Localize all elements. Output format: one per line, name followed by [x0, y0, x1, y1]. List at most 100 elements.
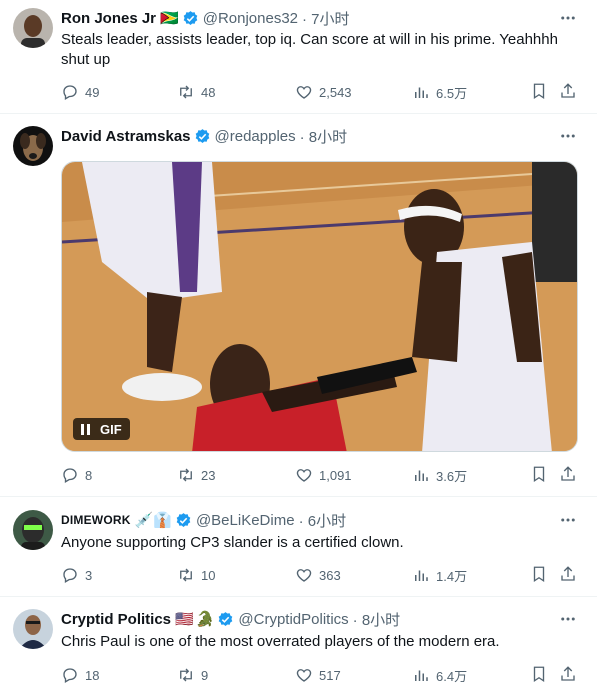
tweet-2[interactable]: David Astramskas @redapples · 8小时 GIF 8 … [0, 114, 597, 497]
retweet-icon [180, 468, 192, 482]
author-name[interactable]: David Astramskas [61, 128, 191, 145]
tweet-text: Anyone supporting CP3 slander is a certi… [61, 534, 404, 551]
gif-frame-image [62, 162, 577, 451]
reply-button[interactable]: 3 [61, 565, 92, 585]
author-handle[interactable]: @redapples [215, 128, 296, 145]
like-count: 517 [319, 667, 341, 683]
views-count: 1.4万 [436, 568, 468, 584]
bookmark-icon[interactable] [530, 665, 548, 683]
reply-count: 49 [85, 84, 100, 100]
bookmark-icon[interactable] [530, 465, 548, 483]
verified-badge-icon[interactable] [194, 128, 211, 145]
tweet-actions: 3 10 363 1.4万 [61, 565, 581, 585]
share-icon[interactable] [559, 465, 577, 483]
like-button[interactable]: 1,091 [295, 465, 352, 485]
author-name[interactable]: Ron Jones Jr [61, 10, 156, 27]
more-icon[interactable] [559, 610, 577, 628]
tweet-actions: 18 9 517 6.4万 [61, 665, 581, 685]
views-count: 3.6万 [436, 468, 468, 484]
tweet-text: Steals leader, assists leader, top iq. C… [61, 31, 558, 68]
retweet-count: 9 [201, 667, 209, 683]
views-count: 6.4万 [436, 668, 468, 684]
avatar-cryptid-politics[interactable] [13, 609, 53, 649]
author-emoji: 💉👔 [134, 512, 172, 529]
tweet-time[interactable]: · 8小时 [300, 126, 348, 147]
views-icon [415, 470, 428, 481]
like-count: 363 [319, 567, 341, 583]
reply-button[interactable]: 8 [61, 465, 92, 485]
views-icon [415, 570, 428, 581]
reply-count: 8 [85, 467, 93, 483]
tweet-gif[interactable]: GIF [61, 161, 578, 452]
reply-button[interactable]: 18 [61, 665, 99, 685]
reply-button[interactable]: 49 [61, 82, 99, 102]
views-button[interactable]: 6.5万 [412, 82, 467, 102]
gif-badge[interactable]: GIF [73, 418, 130, 440]
author-handle[interactable]: @Ronjones32 [203, 10, 298, 27]
views-button[interactable]: 1.4万 [412, 565, 467, 585]
author-flag: 🇬🇾 [160, 10, 179, 27]
tweet-3[interactable]: DIMEWORK 💉👔 @BeLiKeDime · 6小时 Anyone sup… [0, 497, 597, 597]
author-handle[interactable]: @BeLiKeDime [196, 512, 295, 529]
retweet-button[interactable]: 48 [177, 82, 215, 102]
reply-count: 3 [85, 567, 93, 583]
more-icon[interactable] [559, 9, 577, 27]
verified-badge-icon[interactable] [175, 512, 192, 529]
like-count: 1,091 [319, 467, 352, 483]
retweet-count: 23 [201, 467, 216, 483]
tweet-time[interactable]: · 6小时 [299, 510, 347, 531]
share-icon[interactable] [559, 565, 577, 583]
gif-label: GIF [100, 421, 122, 437]
views-button[interactable]: 3.6万 [412, 465, 467, 485]
retweet-count: 48 [201, 84, 216, 100]
author-flag: 🇺🇸 [175, 611, 194, 628]
avatar-david-astramskas[interactable] [13, 126, 53, 166]
bookmark-icon[interactable] [530, 82, 548, 100]
retweet-button[interactable]: 10 [177, 565, 215, 585]
retweet-button[interactable]: 9 [177, 665, 208, 685]
reply-count: 18 [85, 667, 100, 683]
retweet-icon [180, 85, 192, 99]
author-name[interactable]: DIMEWORK [61, 513, 131, 527]
retweet-icon [180, 568, 192, 582]
share-icon[interactable] [559, 82, 577, 100]
more-icon[interactable] [559, 127, 577, 145]
avatar-ron-jones[interactable] [13, 8, 53, 48]
verified-badge-icon[interactable] [182, 10, 199, 27]
views-icon [415, 670, 428, 681]
views-count: 6.5万 [436, 85, 468, 101]
like-icon [296, 569, 312, 582]
reply-icon [63, 85, 77, 100]
tweet-4[interactable]: Cryptid Politics 🇺🇸 🐊 @CryptidPolitics ·… [0, 597, 597, 693]
like-button[interactable]: 363 [295, 565, 341, 585]
tweet-time[interactable]: · 7小时 [302, 8, 350, 29]
tweet-text: Chris Paul is one of the most overrated … [61, 633, 500, 650]
retweet-count: 10 [201, 567, 216, 583]
pause-icon[interactable] [81, 423, 91, 435]
like-count: 2,543 [319, 84, 352, 100]
tweet-1[interactable]: Ron Jones Jr 🇬🇾 @Ronjones32 · 7小时 Steals… [0, 0, 597, 114]
share-icon[interactable] [559, 665, 577, 683]
author-handle[interactable]: @CryptidPolitics [238, 611, 348, 628]
author-emoji: 🐊 [195, 611, 215, 628]
avatar-dimework[interactable] [13, 510, 53, 550]
like-icon [296, 469, 312, 482]
reply-icon [63, 668, 77, 683]
retweet-icon [180, 668, 192, 682]
like-button[interactable]: 2,543 [295, 82, 352, 102]
author-name[interactable]: Cryptid Politics [61, 611, 171, 628]
more-icon[interactable] [559, 511, 577, 529]
tweet-actions: 8 23 1,091 3.6万 [61, 465, 581, 485]
reply-icon [63, 468, 77, 483]
tweet-actions: 49 48 2,543 6.5万 [61, 82, 581, 102]
like-icon [296, 86, 312, 99]
like-icon [296, 669, 312, 682]
views-icon [415, 87, 428, 98]
like-button[interactable]: 517 [295, 665, 341, 685]
verified-badge-icon[interactable] [217, 611, 234, 628]
reply-icon [63, 568, 77, 583]
views-button[interactable]: 6.4万 [412, 665, 467, 685]
tweet-time[interactable]: · 8小时 [353, 609, 401, 630]
retweet-button[interactable]: 23 [177, 465, 215, 485]
bookmark-icon[interactable] [530, 565, 548, 583]
